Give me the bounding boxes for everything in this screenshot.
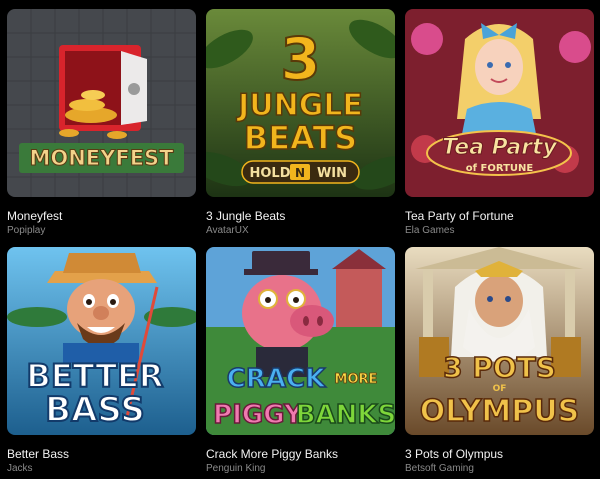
game-title[interactable]: Tea Party of Fortune: [405, 209, 514, 223]
game-logo-text: CRACK: [227, 364, 326, 394]
game-logo-text: of FORTUNE: [466, 163, 534, 174]
game-logo-text: BANKS: [296, 400, 395, 430]
game-logo-text: Tea Party: [442, 135, 559, 160]
game-provider: AvatarUX: [206, 225, 249, 236]
zeus-character-icon: 3 POTS OF OLYMPUS: [405, 247, 594, 435]
game-card-3-jungle-beats[interactable]: 3 JUNGLE BEATS HOLD N WIN 3 Jungle Beats…: [206, 9, 395, 236]
game-provider: Jacks: [7, 463, 33, 474]
pig-character-icon: CRACK MORE PIGGY BANKS: [206, 247, 395, 435]
game-card-moneyfest[interactable]: MONEYFEST Moneyfest Popiplay: [7, 9, 196, 236]
game-card-crack-more-piggy-banks[interactable]: CRACK MORE PIGGY BANKS Crack More Piggy …: [206, 247, 395, 474]
game-title[interactable]: 3 Jungle Beats: [206, 209, 285, 223]
game-logo-text: MORE: [335, 372, 378, 387]
game-card-tea-party-of-fortune[interactable]: Tea Party of FORTUNE Tea Party of Fortun…: [405, 9, 594, 236]
game-provider: Penguin King: [206, 463, 266, 474]
game-grid: MONEYFEST Moneyfest Popiplay 3 JUNGLE BE…: [0, 0, 600, 479]
game-card-better-bass[interactable]: BETTER BASS Better Bass Jacks: [7, 247, 196, 474]
game-title[interactable]: Moneyfest: [7, 209, 62, 223]
game-thumbnail[interactable]: BETTER BASS: [7, 247, 196, 435]
game-logo-text: 3 POTS: [443, 351, 556, 384]
jungle-leaves-icon: 3 JUNGLE BEATS HOLD N WIN: [206, 9, 395, 197]
game-logo-text: OF: [493, 384, 507, 394]
red-safe-with-coins-icon: MONEYFEST: [7, 9, 196, 197]
game-thumbnail[interactable]: Tea Party of FORTUNE: [405, 9, 594, 197]
game-thumbnail[interactable]: MONEYFEST: [7, 9, 196, 197]
game-provider: Popiplay: [7, 225, 46, 236]
game-logo-text: PIGGY: [213, 400, 304, 430]
game-logo-number: 3: [280, 25, 320, 93]
game-title[interactable]: Better Bass: [7, 447, 69, 461]
fisherman-character-icon: BETTER BASS: [7, 247, 196, 435]
alice-girl-character-icon: Tea Party of FORTUNE: [405, 9, 594, 197]
game-logo-text: WIN: [317, 166, 347, 181]
game-thumbnail[interactable]: CRACK MORE PIGGY BANKS: [206, 247, 395, 435]
game-logo-text: BASS: [45, 390, 145, 430]
game-title[interactable]: Crack More Piggy Banks: [206, 447, 338, 461]
game-thumbnail[interactable]: 3 POTS OF OLYMPUS: [405, 247, 594, 435]
game-provider: Betsoft Gaming: [405, 463, 474, 474]
game-logo-text: OLYMPUS: [420, 394, 579, 429]
game-logo-text: BEATS: [244, 119, 357, 157]
game-logo-text: HOLD: [249, 166, 290, 181]
game-logo-text: JUNGLE: [236, 88, 363, 123]
game-provider: Ela Games: [405, 225, 455, 236]
game-logo-text: N: [295, 166, 305, 180]
game-thumbnail[interactable]: 3 JUNGLE BEATS HOLD N WIN: [206, 9, 395, 197]
game-card-3-pots-of-olympus[interactable]: 3 POTS OF OLYMPUS 3 Pots of Olympus Bets…: [405, 247, 594, 474]
game-title[interactable]: 3 Pots of Olympus: [405, 447, 503, 461]
game-logo-text: MONEYFEST: [29, 146, 174, 170]
